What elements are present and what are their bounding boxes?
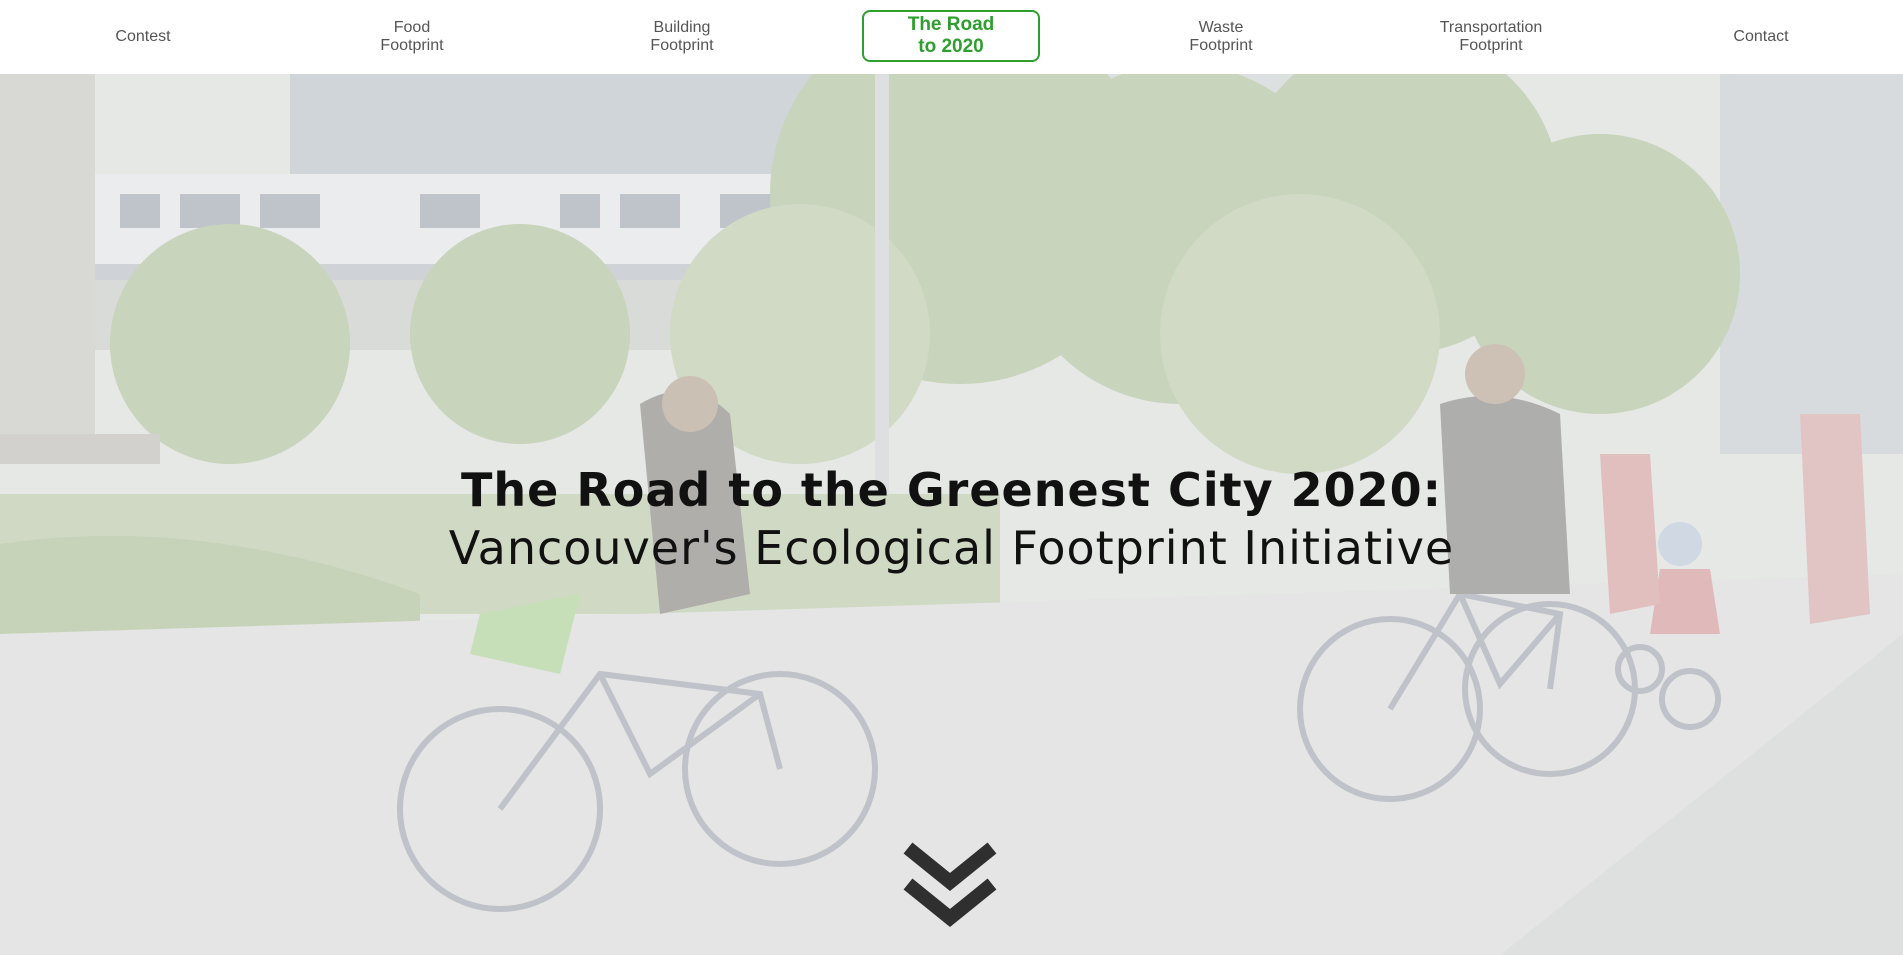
nav-label: Transportation <box>1439 19 1543 36</box>
nav-label: Footprint <box>380 37 444 54</box>
hero-headline: The Road to the Greenest City 2020: Vanc… <box>0 461 1903 577</box>
nav-label: Footprint <box>650 37 714 54</box>
top-navigation: Contest Food Footprint Building Footprint … <box>0 0 1903 74</box>
nav-contest[interactable]: Contest <box>48 0 238 74</box>
nav-road-to-2020[interactable]: The Road to 2020 <box>862 10 1040 62</box>
nav-transportation-footprint[interactable]: Transportation Footprint <box>1396 0 1586 74</box>
hero-title: The Road to the Greenest City 2020: <box>460 463 1442 517</box>
nav-contact[interactable]: Contact <box>1666 0 1856 74</box>
hero-banner: The Road to the Greenest City 2020: Vanc… <box>0 74 1903 955</box>
double-chevron-down-icon <box>903 842 997 928</box>
nav-waste-footprint[interactable]: Waste Footprint <box>1126 0 1316 74</box>
scroll-down-button[interactable] <box>900 842 1000 942</box>
nav-label: The Road <box>907 14 995 35</box>
nav-label: Contest <box>115 28 171 45</box>
nav-label: Building <box>653 19 711 36</box>
nav-label: Footprint <box>1189 37 1253 54</box>
nav-label: Waste <box>1198 19 1244 36</box>
nav-label: Food <box>393 19 431 36</box>
nav-building-footprint[interactable]: Building Footprint <box>587 0 777 74</box>
nav-label: Footprint <box>1459 37 1523 54</box>
nav-food-footprint[interactable]: Food Footprint <box>317 0 507 74</box>
hero-subtitle: Vancouver's Ecological Footprint Initiat… <box>448 521 1455 575</box>
nav-label: to 2020 <box>918 36 984 57</box>
nav-label: Contact <box>1733 28 1789 45</box>
